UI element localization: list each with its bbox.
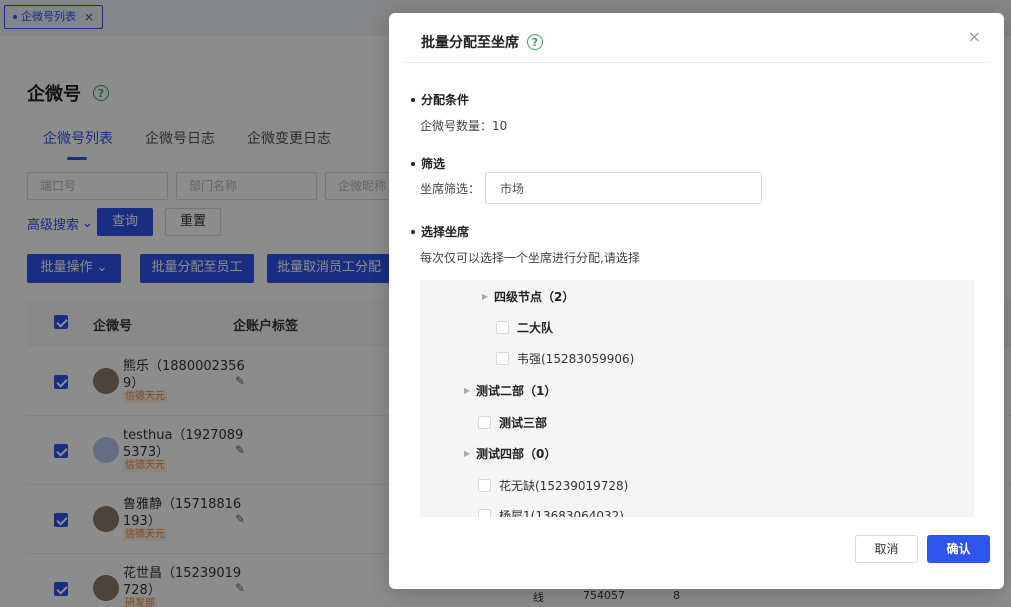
- tree-node-label: 四级节点（2）: [494, 290, 575, 304]
- bullet-icon: [411, 229, 415, 234]
- tree-checkbox[interactable]: [478, 509, 491, 517]
- modal-header: 批量分配至坐席 ? ×: [403, 13, 991, 63]
- modal-title: 批量分配至坐席 ?: [421, 32, 543, 52]
- tree-node-label: 二大队: [517, 321, 554, 335]
- close-icon[interactable]: ×: [968, 29, 981, 45]
- tree-node-label: 测试四部（0）: [476, 447, 557, 461]
- help-icon[interactable]: ?: [527, 34, 543, 50]
- tree-checkbox[interactable]: [496, 352, 509, 365]
- tree-node-label: 韦强(15283059906): [517, 352, 635, 366]
- bullet-icon: [411, 161, 415, 166]
- tree-node-label: 杨犀1(13683064032): [499, 509, 624, 517]
- seat-tree: ▶ 四级节点（2） 二大队 韦强(15283059906) ▶ 测试二部（1） …: [420, 280, 974, 517]
- account-count: 企微号数量：10: [420, 117, 507, 134]
- section-filter: 筛选: [411, 155, 445, 172]
- confirm-button[interactable]: 确认: [927, 535, 990, 563]
- tree-node-label: 花无缺(15239019728): [499, 479, 629, 493]
- tree-checkbox[interactable]: [496, 321, 509, 334]
- tree-node[interactable]: 二大队: [496, 319, 553, 336]
- section-select-seat: 选择坐席: [411, 223, 469, 240]
- account-count-label: 企微号数量：: [420, 119, 493, 133]
- tree-node[interactable]: 韦强(15283059906): [496, 350, 634, 367]
- tree-node-label: 测试三部: [499, 416, 548, 430]
- caret-right-icon[interactable]: ▶: [464, 449, 476, 458]
- section-conditions: 分配条件: [411, 91, 469, 108]
- caret-right-icon[interactable]: ▶: [482, 292, 494, 301]
- assign-seat-modal: 批量分配至坐席 ? × 分配条件 企微号数量：10 筛选 坐席筛选： 选择坐席 …: [389, 13, 1004, 589]
- section-title: 筛选: [421, 157, 446, 171]
- modal-title-text: 批量分配至坐席: [421, 35, 519, 51]
- tree-node[interactable]: ▶ 测试二部（1）: [464, 382, 556, 399]
- tree-checkbox[interactable]: [478, 479, 491, 492]
- tree-node[interactable]: 杨犀1(13683064032): [478, 507, 624, 517]
- tree-node[interactable]: 测试三部: [478, 414, 547, 431]
- section-title: 分配条件: [421, 93, 470, 107]
- tree-node[interactable]: 花无缺(15239019728): [478, 477, 628, 494]
- seat-filter-input[interactable]: [485, 172, 762, 204]
- tree-node[interactable]: ▶ 四级节点（2）: [482, 288, 574, 305]
- caret-right-icon[interactable]: ▶: [464, 386, 476, 395]
- section-title: 选择坐席: [421, 225, 470, 239]
- cancel-button[interactable]: 取消: [855, 535, 918, 563]
- bullet-icon: [411, 97, 415, 102]
- account-count-value: 10: [492, 119, 508, 133]
- tree-checkbox[interactable]: [478, 416, 491, 429]
- tree-node-label: 测试二部（1）: [476, 384, 557, 398]
- tree-node[interactable]: ▶ 测试四部（0）: [464, 445, 556, 462]
- select-hint: 每次仅可以选择一个坐席进行分配,请选择: [420, 251, 640, 265]
- seat-filter-label: 坐席筛选：: [420, 182, 481, 196]
